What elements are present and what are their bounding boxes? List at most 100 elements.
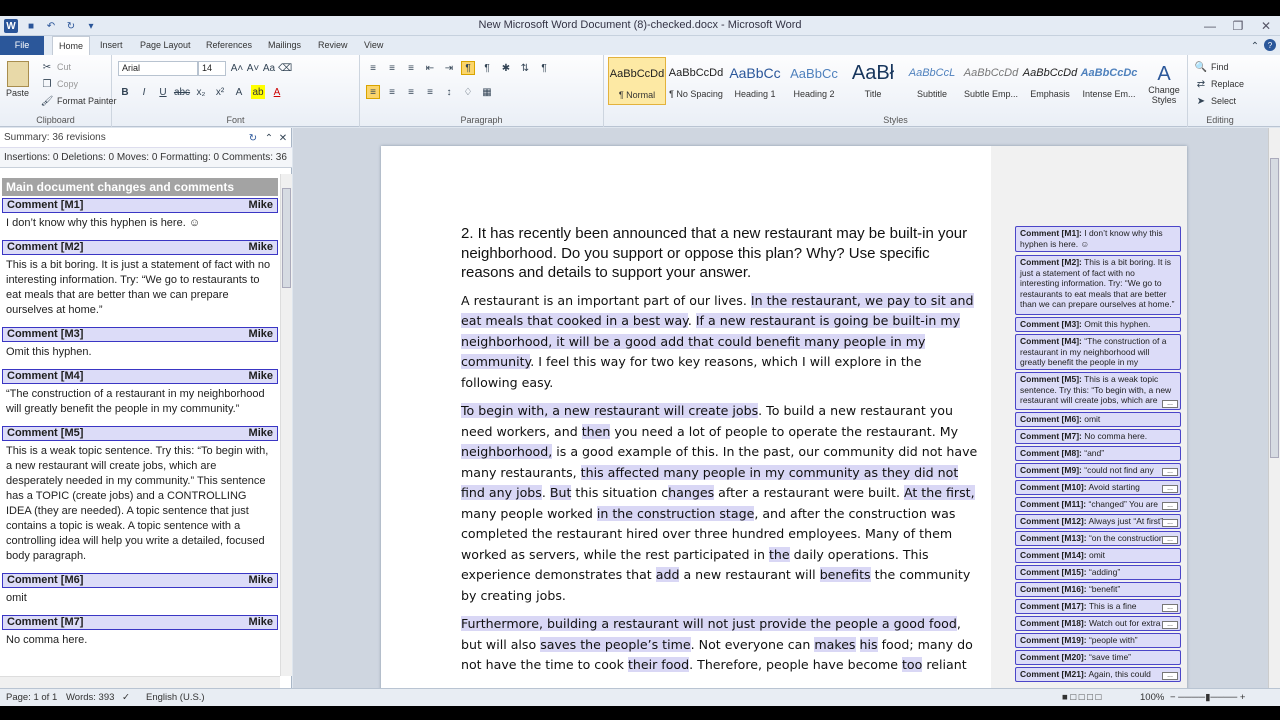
align-left-icon[interactable]: ≡ [366,85,380,99]
document-body[interactable]: 2. It has recently been announced that a… [461,224,981,684]
comment-balloon-m16[interactable]: Comment [M16]: “benefit” [1015,582,1181,597]
page-count[interactable]: Page: 1 of 1 [6,692,57,703]
text-effects-icon[interactable]: A [232,85,246,99]
style-emphasis[interactable]: AaBbCcDd Emphasis [1021,57,1079,105]
restore-icon[interactable]: ❐ [1224,17,1252,35]
proofing-icon[interactable]: ✓ [122,692,130,703]
more-icon[interactable]: ... [1162,502,1178,510]
tab-insert[interactable]: Insert [94,36,129,55]
underline-icon[interactable]: U [156,85,170,99]
tab-references[interactable]: References [200,36,258,55]
comment-balloon-m21[interactable]: Comment [M21]: Again, this could... [1015,667,1181,682]
bullets-icon[interactable]: ≡ [366,61,380,75]
more-icon[interactable]: ... [1162,468,1178,476]
strikethrough-icon[interactable]: abc [174,85,190,99]
paste-button[interactable]: Paste [6,61,29,98]
comment-balloon-m20[interactable]: Comment [M20]: “save time” [1015,650,1181,665]
zoom-slider[interactable]: − ────▮──── + [1170,692,1245,703]
shading-icon[interactable]: ♢ [461,85,475,99]
bold-icon[interactable]: B [118,85,132,99]
tab-file[interactable]: File [0,36,44,55]
list-item[interactable]: Comment [M3] Mike Omit this hyphen. [2,327,278,364]
comment-balloon-m11[interactable]: Comment [M11]: “changed” You are... [1015,497,1181,512]
list-item[interactable]: Comment [M1] Mike I don’t know why this h… [2,198,278,235]
ltr-icon[interactable]: ¶ [461,61,475,75]
help-icon[interactable]: ? [1264,39,1276,51]
format-painter-button[interactable]: 🖌 Format Painter [40,94,117,108]
tab-home[interactable]: Home [52,36,91,56]
comment-balloon-m4[interactable]: Comment [M4]: “The construction of a res… [1015,334,1181,370]
comment-balloon-m12[interactable]: Comment [M12]: Always just “At first”... [1015,514,1181,529]
list-item[interactable]: Comment [M4] Mike “The construction of a … [2,369,278,421]
more-icon[interactable]: ... [1162,485,1178,493]
find-button[interactable]: 🔍 Find [1194,60,1229,74]
more-icon[interactable]: ... [1162,672,1178,680]
minimize-icon[interactable]: — [1196,17,1224,35]
expand-icon[interactable]: ⌃ [262,131,276,145]
list-item[interactable]: Comment [M5] Mike This is a weak topic se… [2,426,278,568]
copy-button[interactable]: ❐ Copy [40,77,79,91]
borders-icon[interactable]: ▦ [480,85,494,99]
comment-balloon-m1[interactable]: Comment [M1]: I don’t know why this hyph… [1015,226,1181,252]
shrink-font-icon[interactable]: A˅ [246,61,260,75]
comment-balloon-m18[interactable]: Comment [M18]: Watch out for extra... [1015,616,1181,631]
style-intense-emphasis[interactable]: AaBbCcDc Intense Em... [1080,57,1138,105]
tab-view[interactable]: View [358,36,389,55]
language[interactable]: English (U.S.) [146,692,205,703]
subscript-icon[interactable]: x₂ [194,85,208,99]
comment-balloon-m13[interactable]: Comment [M13]: “on the construction... [1015,531,1181,546]
comment-balloon-m8[interactable]: Comment [M8]: “and” [1015,446,1181,461]
cut-button[interactable]: ✂ Cut [40,60,71,74]
close-pane-icon[interactable]: ✕ [276,131,290,145]
italic-icon[interactable]: I [137,85,151,99]
more-icon[interactable]: ... [1162,519,1178,527]
comment-balloon-m7[interactable]: Comment [M7]: No comma here. [1015,429,1181,444]
comment-balloon-m6[interactable]: Comment [M6]: omit [1015,412,1181,427]
more-icon[interactable]: ... [1162,604,1178,612]
tab-mailings[interactable]: Mailings [262,36,307,55]
multilevel-list-icon[interactable]: ≡ [404,61,418,75]
clear-formatting-icon[interactable]: ⌫ [278,61,292,75]
comment-balloon-m3[interactable]: Comment [M3]: Omit this hyphen. [1015,317,1181,332]
minimize-ribbon-icon[interactable]: ⌃ [1248,39,1262,53]
justify-icon[interactable]: ≡ [423,85,437,99]
sort-icon[interactable]: ⇅ [518,61,532,75]
pane-scroll-thumb[interactable] [282,188,291,288]
comment-balloon-m5[interactable]: Comment [M5]: This is a weak topic sente… [1015,372,1181,410]
tab-review[interactable]: Review [312,36,354,55]
superscript-icon[interactable]: x² [213,85,227,99]
list-item[interactable]: Comment [M6] Mike omit [2,573,278,610]
style-subtitle[interactable]: AaBbCcL Subtitle [903,57,961,105]
close-window-icon[interactable]: ✕ [1252,17,1280,35]
grow-font-icon[interactable]: A˄ [230,61,244,75]
replace-button[interactable]: ⇄ Replace [1194,77,1244,91]
comment-balloon-m14[interactable]: Comment [M14]: omit [1015,548,1181,563]
zoom-level[interactable]: 100% [1140,692,1164,703]
highlight-icon[interactable]: ab [251,85,265,99]
style-heading-1[interactable]: AaBbCc Heading 1 [726,57,784,105]
more-icon[interactable]: ... [1162,621,1178,629]
style-no-spacing[interactable]: AaBbCcDd ¶ No Spacing [667,57,725,105]
style-subtle-emphasis[interactable]: AaBbCcDd Subtle Emp... [962,57,1020,105]
line-spacing-icon[interactable]: ↕ [442,85,456,99]
refresh-icon[interactable]: ↻ [246,131,260,145]
numbering-icon[interactable]: ≡ [385,61,399,75]
document-page[interactable]: 2. It has recently been announced that a… [381,146,1187,688]
comment-balloon-m19[interactable]: Comment [M19]: “people with” [1015,633,1181,648]
asian-layout-icon[interactable]: ✱ [499,61,513,75]
decrease-indent-icon[interactable]: ⇤ [423,61,437,75]
show-marks-icon[interactable]: ¶ [537,61,551,75]
style-normal[interactable]: AaBbCcDd ¶ Normal [608,57,666,105]
font-name-combo[interactable]: Arial [118,61,198,76]
change-styles-button[interactable]: A Change Styles [1144,63,1184,105]
more-icon[interactable]: ... [1162,400,1178,408]
comment-balloon-m2[interactable]: Comment [M2]: This is a bit boring. It i… [1015,255,1181,315]
comment-balloon-m9[interactable]: Comment [M9]: “could not find any... [1015,463,1181,478]
rtl-icon[interactable]: ¶ [480,61,494,75]
select-button[interactable]: ➤ Select [1194,94,1236,108]
more-icon[interactable]: ... [1162,536,1178,544]
comment-balloon-m10[interactable]: Comment [M10]: Avoid starting... [1015,480,1181,495]
style-title[interactable]: AaBł Title [844,57,902,105]
align-center-icon[interactable]: ≡ [385,85,399,99]
comment-balloon-m15[interactable]: Comment [M15]: “adding” [1015,565,1181,580]
